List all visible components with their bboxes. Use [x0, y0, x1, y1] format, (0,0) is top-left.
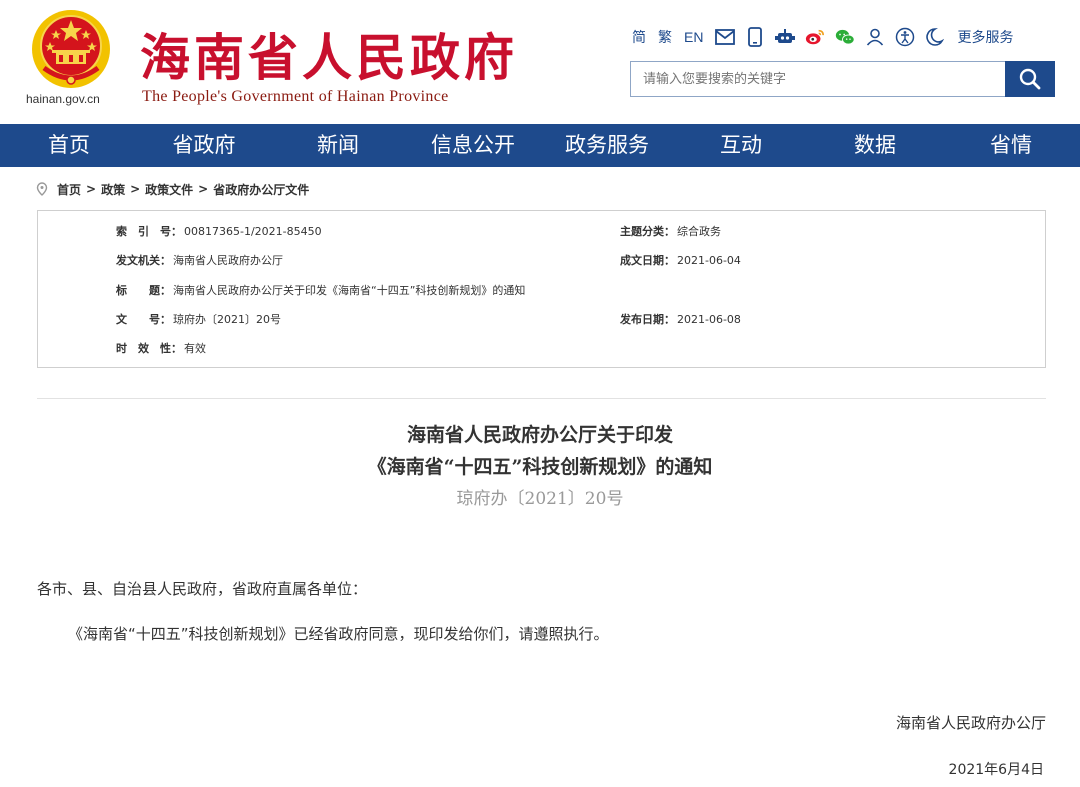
site-header: hainan.gov.cn 海南省人民政府 The People's Gover… — [0, 0, 1080, 124]
meta-written-date-value: 2021-06-04 — [677, 253, 741, 267]
breadcrumb-policy-docs[interactable]: 政策文件 — [145, 181, 193, 198]
meta-validity-value: 有效 — [184, 342, 206, 355]
search-button[interactable] — [1005, 61, 1055, 97]
signature-date: 2021年6月4日 — [948, 762, 1044, 778]
meta-category-row: 主题分类： 综合政务 — [620, 223, 721, 239]
meta-publish-date-value: 2021-06-08 — [677, 312, 741, 326]
meta-issuer-value: 海南省人民政府办公厅 — [173, 254, 283, 267]
content-divider — [37, 398, 1046, 399]
meta-category-label: 主题分类： — [620, 225, 675, 238]
signature-organization: 海南省人民政府办公厅 — [895, 714, 1046, 732]
top-toolbar: 简 繁 EN 更多服务 — [632, 24, 1013, 50]
meta-written-date-label: 成文日期： — [620, 254, 675, 267]
traditional-chinese-link[interactable]: 繁 — [658, 27, 672, 47]
meta-index-label: 索 引 号： — [116, 225, 182, 238]
meta-title-row: 标 题： 海南省人民政府办公厅关于印发《海南省“十四五”科技创新规划》的通知 — [116, 282, 525, 298]
breadcrumb-separator: > — [86, 182, 97, 196]
meta-publish-date-row: 发布日期： 2021-06-08 — [620, 311, 741, 327]
document-salutation: 各市、县、自治县人民政府，省政府直属各单位： — [37, 580, 368, 598]
meta-category-value: 综合政务 — [677, 225, 721, 238]
nav-item-interaction[interactable]: 互动 — [674, 124, 808, 167]
meta-title-label: 标 题： — [116, 284, 171, 297]
location-pin-icon — [36, 182, 48, 196]
site-subtitle: The People's Government of Hainan Provin… — [142, 88, 449, 105]
meta-written-date-row: 成文日期： 2021-06-04 — [620, 252, 741, 268]
nav-item-gov-services[interactable]: 政务服务 — [540, 124, 674, 167]
main-nav: 首页 省政府 新闻 信息公开 政务服务 互动 数据 省情 — [0, 124, 1080, 167]
national-emblem-icon[interactable] — [30, 8, 112, 90]
mail-icon[interactable] — [715, 27, 736, 47]
meta-doc-no-row: 文 号： 琼府办〔2021〕20号 — [116, 311, 281, 327]
breadcrumb-separator: > — [198, 182, 209, 196]
document-title-line1: 海南省人民政府办公厅关于印发 — [406, 424, 673, 446]
nav-item-province-gov[interactable]: 省政府 — [138, 124, 270, 167]
meta-title-value: 海南省人民政府办公厅关于印发《海南省“十四五”科技创新规划》的通知 — [173, 284, 526, 297]
elderly-mode-icon[interactable] — [925, 27, 945, 47]
accessibility-icon[interactable] — [895, 27, 915, 47]
meta-issuer-label: 发文机关： — [116, 254, 171, 267]
document-title-line2: 《海南省“十四五”科技创新规划》的通知 — [367, 456, 713, 478]
meta-validity-row: 时 效 性： 有效 — [116, 340, 206, 356]
site-title[interactable]: 海南省人民政府 — [140, 18, 518, 90]
breadcrumb-office-docs[interactable]: 省政府办公厅文件 — [213, 181, 309, 198]
nav-item-home[interactable]: 首页 — [0, 124, 138, 167]
nav-item-data[interactable]: 数据 — [808, 124, 942, 167]
breadcrumb: 首页 > 政策 > 政策文件 > 省政府办公厅文件 — [36, 180, 309, 198]
nav-item-news[interactable]: 新闻 — [270, 124, 406, 167]
meta-index-value: 00817365-1/2021-85450 — [184, 224, 322, 238]
document-number: 琼府办〔2021〕20号 — [456, 489, 624, 509]
search-input[interactable] — [630, 61, 1006, 97]
site-domain: hainan.gov.cn — [26, 92, 100, 106]
meta-doc-no-label: 文 号： — [116, 313, 171, 326]
english-link[interactable]: EN — [684, 29, 703, 45]
wechat-icon[interactable] — [835, 27, 856, 47]
robot-icon[interactable] — [775, 27, 796, 47]
breadcrumb-home[interactable]: 首页 — [57, 181, 81, 198]
meta-validity-label: 时 效 性： — [116, 342, 182, 355]
document-body-paragraph: 《海南省“十四五”科技创新规划》已经省政府同意，现印发给你们，请遵照执行。 — [68, 625, 609, 643]
simplified-chinese-link[interactable]: 简 — [632, 27, 646, 47]
document-meta-box: 索 引 号： 00817365-1/2021-85450 主题分类： 综合政务 … — [37, 210, 1046, 368]
search-icon — [1019, 68, 1041, 90]
meta-issuer-row: 发文机关： 海南省人民政府办公厅 — [116, 252, 283, 268]
more-services-link[interactable]: 更多服务 — [957, 27, 1013, 47]
meta-doc-no-value: 琼府办〔2021〕20号 — [173, 313, 281, 326]
meta-publish-date-label: 发布日期： — [620, 313, 675, 326]
nav-item-info-disclosure[interactable]: 信息公开 — [406, 124, 540, 167]
breadcrumb-separator: > — [130, 182, 141, 196]
user-icon[interactable] — [865, 27, 885, 47]
breadcrumb-policy[interactable]: 政策 — [101, 181, 125, 198]
meta-index-row: 索 引 号： 00817365-1/2021-85450 — [116, 223, 322, 239]
nav-item-province-overview[interactable]: 省情 — [942, 124, 1080, 167]
weibo-icon[interactable] — [805, 27, 825, 47]
mobile-icon[interactable] — [745, 27, 765, 47]
